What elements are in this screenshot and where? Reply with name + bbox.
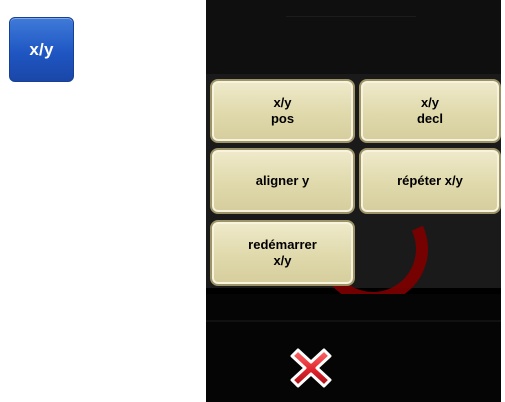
repeat-xy-button[interactable]: répéter x/y (359, 148, 501, 214)
xy-icon-button[interactable]: x/y (9, 17, 74, 82)
xy-decl-label: x/y decl (416, 95, 443, 126)
align-y-label: aligner y (255, 173, 310, 188)
xy-pos-label: x/y pos (270, 95, 295, 126)
page: x/y x/y pos x/y decl aligner y répéter x… (0, 0, 505, 402)
close-icon (290, 348, 332, 388)
top-bar-divider (286, 16, 416, 17)
device-screen: x/y pos x/y decl aligner y répéter x/y r… (206, 0, 501, 402)
top-bar (206, 0, 501, 74)
xy-icon-label: x/y (29, 39, 54, 59)
align-y-button[interactable]: aligner y (210, 148, 355, 214)
xy-pos-button[interactable]: x/y pos (210, 79, 355, 143)
close-button[interactable] (289, 346, 333, 390)
bottom-region (206, 294, 501, 402)
repeat-xy-label: répéter x/y (397, 173, 463, 188)
xy-menu-panel: x/y pos x/y decl aligner y répéter x/y r… (206, 74, 501, 320)
restart-xy-button[interactable]: redémarrer x/y (210, 220, 355, 286)
bottom-divider (206, 320, 501, 322)
restart-xy-label: redémarrer x/y (248, 237, 317, 268)
xy-decl-button[interactable]: x/y decl (359, 79, 501, 143)
